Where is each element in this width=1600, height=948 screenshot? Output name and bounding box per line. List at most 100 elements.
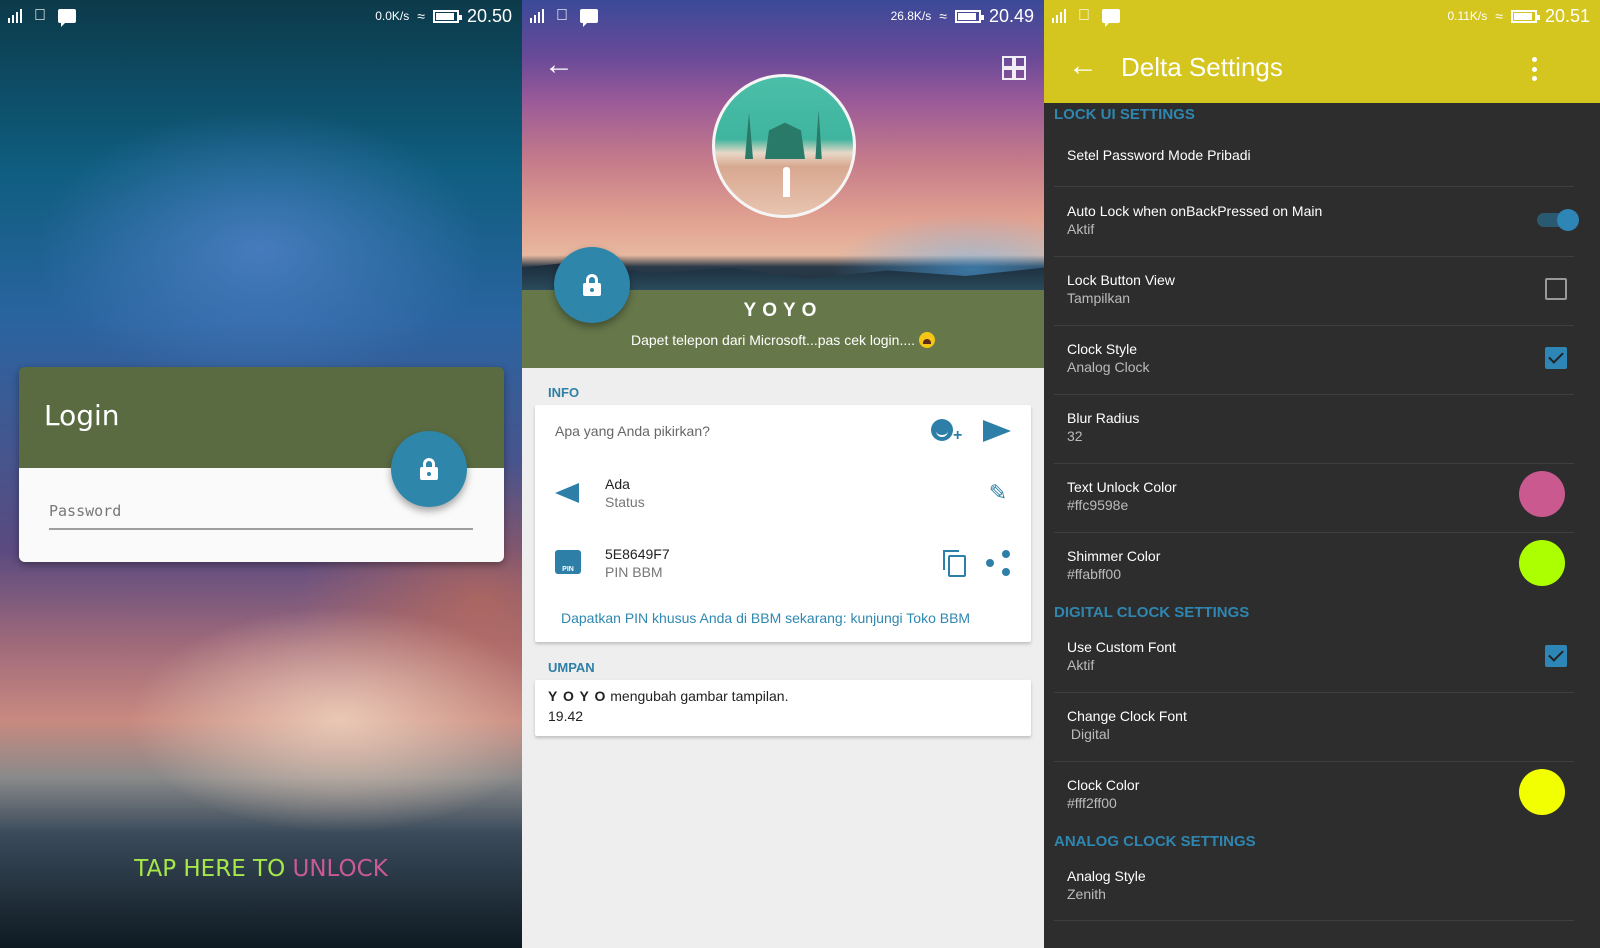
auto-lock-switch[interactable] <box>1533 209 1579 231</box>
bbm-notification-icon <box>580 9 598 27</box>
tap-text-part1: TAP HERE TO <box>134 856 293 882</box>
divider <box>1054 325 1574 326</box>
net-speed: 0.11K/s <box>1447 9 1488 23</box>
back-arrow-icon[interactable]: ← <box>1068 51 1098 81</box>
unlock-button[interactable] <box>391 431 467 507</box>
app-bar:  0.11K/s ≈ 20.51 ← Delta Settings <box>1044 0 1600 103</box>
lock-icon <box>583 274 601 296</box>
use-custom-font-checkbox[interactable] <box>1545 645 1567 667</box>
divider <box>1054 394 1574 395</box>
feed-item-time: 19.42 <box>548 708 584 724</box>
feed-item-name: Y O Y O <box>548 688 607 704</box>
divider <box>1054 256 1574 257</box>
signal-icon <box>530 9 544 23</box>
login-card: Login <box>19 367 504 562</box>
pref-use-custom-font[interactable]: Use Custom Font Aktif <box>1067 639 1579 673</box>
apple-icon:  <box>1078 7 1090 25</box>
clock: 20.49 <box>988 5 1034 26</box>
settings-panel:  0.11K/s ≈ 20.51 ← Delta Settings LOCK … <box>1044 0 1600 948</box>
category-analog-clock: ANALOG CLOCK SETTINGS <box>1054 833 1256 850</box>
lock-button[interactable] <box>554 247 630 323</box>
bbm-notification-icon <box>1102 9 1120 27</box>
pref-clock-style[interactable]: Clock Style Analog Clock <box>1067 341 1579 375</box>
bbm-pin-icon: PIN <box>555 550 585 576</box>
pref-text-unlock-color[interactable]: Text Unlock Color #ffc9598e <box>1067 471 1579 517</box>
tap-text-part2: UNLOCK <box>292 856 388 882</box>
clock-style-checkbox[interactable] <box>1545 347 1567 369</box>
battery-icon <box>432 9 462 23</box>
battery-icon <box>954 9 984 23</box>
pref-auto-lock[interactable]: Auto Lock when onBackPressed on Main Akt… <box>1067 203 1579 237</box>
profile-avatar[interactable] <box>712 74 856 218</box>
clock: 20.51 <box>1544 5 1590 26</box>
status-row[interactable]: Ada Status ✎ <box>555 471 1011 515</box>
net-speed: 0.0K/s <box>375 9 410 23</box>
category-lock-ui: LOCK UI SETTINGS <box>1054 106 1195 123</box>
pref-change-clock-font[interactable]: Change Clock Font Digital <box>1067 708 1579 742</box>
wifi-icon: ≈ <box>417 8 425 24</box>
password-input[interactable] <box>49 498 473 530</box>
divider <box>1054 692 1574 693</box>
person-illustration <box>783 167 790 197</box>
pref-blur-radius[interactable]: Blur Radius 32 <box>1067 410 1579 444</box>
battery-icon <box>1510 9 1540 23</box>
signal-icon <box>8 9 22 23</box>
share-icon[interactable] <box>985 550 1011 576</box>
compose-row: + <box>555 415 1011 447</box>
pin-value: 5E8649F7 <box>605 546 670 562</box>
wifi-icon: ≈ <box>1495 8 1503 24</box>
lock-icon <box>420 458 438 480</box>
lock-screen-panel:  0.0K/s ≈ 20.50 Login TAP HERE TO UNLOC… <box>0 0 522 948</box>
copy-icon[interactable] <box>941 550 967 577</box>
page-title: Delta Settings <box>1121 52 1283 82</box>
text-unlock-color-swatch[interactable] <box>1519 471 1565 517</box>
divider <box>1054 463 1574 464</box>
crying-face-icon <box>919 332 936 348</box>
mosque-illustration <box>745 109 825 159</box>
profile-status-line: Dapet telepon dari Microsoft...pas cek l… <box>522 332 1044 348</box>
feed-item[interactable]: Y O Y O mengubah gambar tampilan. 19.42 <box>535 680 1031 736</box>
tap-to-unlock[interactable]: TAP HERE TO UNLOCK <box>0 856 522 882</box>
category-digital-clock: DIGITAL CLOCK SETTINGS <box>1054 604 1250 621</box>
pin-row: PIN 5E8649F7 PIN BBM <box>555 541 1011 585</box>
apple-icon:  <box>556 7 568 25</box>
pref-shimmer-color[interactable]: Shimmer Color #ffabff00 <box>1067 540 1579 586</box>
send-icon[interactable] <box>983 420 1011 442</box>
info-card: + Ada Status ✎ PIN 5E8649F7 PIN BBM Dapa… <box>535 405 1031 642</box>
pref-lock-button-view[interactable]: Lock Button View Tampilkan <box>1067 272 1579 306</box>
bbm-notification-icon <box>58 9 76 27</box>
shimmer-color-swatch[interactable] <box>1519 540 1565 586</box>
megaphone-icon <box>555 480 585 506</box>
overflow-menu-icon[interactable] <box>1532 57 1538 81</box>
info-section-label: INFO <box>548 385 580 400</box>
pref-analog-style[interactable]: Analog Style Zenith <box>1067 868 1579 902</box>
profile-status-message: Dapet telepon dari Microsoft...pas cek l… <box>630 332 916 348</box>
status-value: Ada <box>605 476 630 492</box>
clock: 20.50 <box>466 5 512 26</box>
divider <box>1054 761 1574 762</box>
wifi-icon: ≈ <box>939 8 947 24</box>
qr-code-icon[interactable] <box>1002 56 1026 80</box>
get-custom-pin-link[interactable]: Dapatkan PIN khusus Anda di BBM sekarang… <box>561 610 970 626</box>
edit-pencil-icon[interactable]: ✎ <box>985 480 1011 506</box>
pref-clock-color[interactable]: Clock Color #fff2ff00 <box>1067 769 1579 815</box>
pin-label: PIN BBM <box>605 564 663 580</box>
lock-button-view-checkbox[interactable] <box>1545 278 1567 300</box>
divider <box>1054 920 1574 921</box>
signal-icon <box>1052 9 1066 23</box>
status-bar:  0.0K/s ≈ 20.50 <box>0 0 522 32</box>
clock-color-swatch[interactable] <box>1519 769 1565 815</box>
back-arrow-icon[interactable]: ← <box>544 50 574 80</box>
status-bar:  26.8K/s ≈ 20.49 <box>522 0 1044 32</box>
profile-panel:  26.8K/s ≈ 20.49 ← YOYO Dapet telepon d… <box>522 0 1044 948</box>
feed-item-text: mengubah gambar tampilan. <box>606 688 789 704</box>
add-emoji-icon[interactable]: + <box>931 419 963 444</box>
pref-set-private-password[interactable]: Setel Password Mode Pribadi <box>1067 147 1579 163</box>
status-compose-input[interactable] <box>555 423 931 439</box>
status-bar:  0.11K/s ≈ 20.51 <box>1044 0 1600 32</box>
net-speed: 26.8K/s <box>890 9 932 23</box>
feed-section-label: UMPAN <box>548 660 595 675</box>
apple-icon:  <box>34 7 46 25</box>
divider <box>1054 532 1574 533</box>
divider <box>1054 186 1574 187</box>
